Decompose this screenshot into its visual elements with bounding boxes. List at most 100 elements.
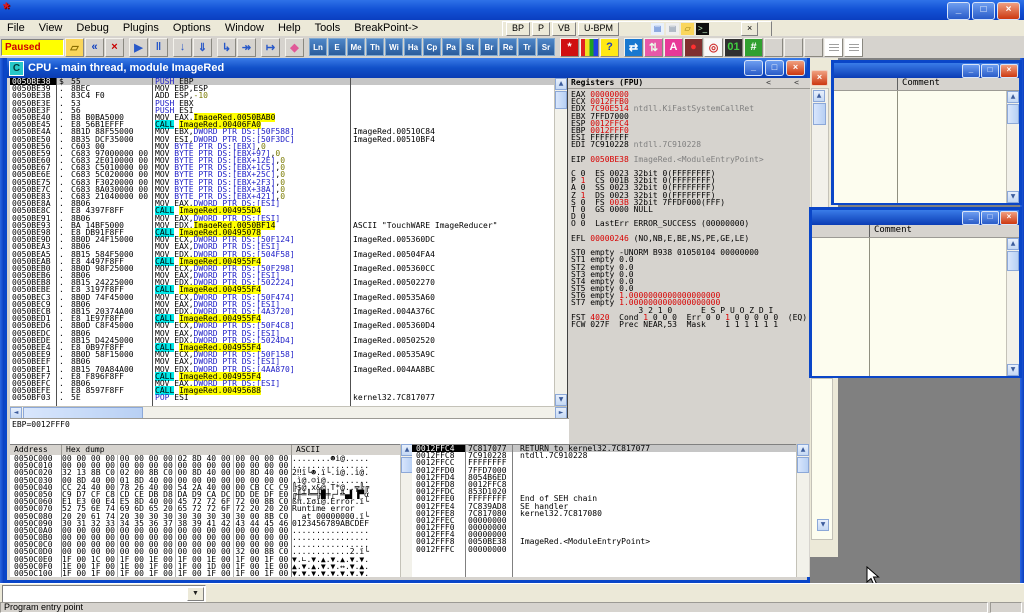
menu-item-window[interactable]: Window xyxy=(218,21,271,35)
help-icon[interactable]: ? xyxy=(600,38,619,57)
letter-button-ln[interactable]: Ln xyxy=(309,38,327,56)
assembler-icon[interactable]: A xyxy=(664,38,683,57)
maximize-button[interactable]: □ xyxy=(972,2,995,20)
scroll-up-icon[interactable]: ▲ xyxy=(797,444,809,456)
breakpoint-icon[interactable]: ● xyxy=(684,38,703,57)
register-row[interactable]: O 0 LastErr ERROR_SUCCESS (00000000) xyxy=(568,220,810,227)
minimize-button[interactable]: _ xyxy=(962,211,980,225)
swap-icon[interactable]: ⇄ xyxy=(624,38,643,57)
comment-window-1-body[interactable]: ▲ ▼ xyxy=(834,91,1019,203)
report-doc-icon[interactable]: ▤ xyxy=(666,23,679,35)
main-titlebar[interactable]: * _ □ × xyxy=(0,0,1024,20)
log-list-icon[interactable] xyxy=(824,38,843,57)
options-icon[interactable]: * xyxy=(560,38,579,57)
letter-button-th[interactable]: Th xyxy=(366,38,384,56)
register-row[interactable]: EDI 7C910228 ntdll.7C910228 xyxy=(568,141,810,148)
disasm-row[interactable]: 0050BE83.C683 21040000 00MOV BYTE PTR DS… xyxy=(10,193,554,200)
letter-button-re[interactable]: Re xyxy=(499,38,517,56)
scrollbar[interactable]: ▲ ▼ xyxy=(1006,238,1019,376)
disasm-row[interactable]: 0050BE38$55PUSH EBP xyxy=(10,78,554,85)
trace-into-icon[interactable]: ↳ xyxy=(217,38,236,57)
register-row[interactable]: EIP 0050BE38 ImageRed.<ModuleEntryPoint> xyxy=(568,156,810,163)
menu-item-view[interactable]: View xyxy=(32,21,70,35)
letter-button-pa[interactable]: Pa xyxy=(442,38,460,56)
menu-item-plugins[interactable]: Plugins xyxy=(116,21,166,35)
letter-button-cp[interactable]: Cp xyxy=(423,38,441,56)
comment-window-2-body[interactable]: ▲ ▼ xyxy=(812,238,1019,376)
toolbar-extra-button[interactable] xyxy=(784,38,803,57)
comment-column-header[interactable]: Comment xyxy=(870,225,912,237)
stack-scrollbar[interactable]: ▲ xyxy=(796,444,809,577)
toolbar-extra-button[interactable] xyxy=(804,38,823,57)
disasm-row[interactable]: 0050BE8C.E8 4397F8FFCALL ImageRed.004955… xyxy=(10,207,554,214)
maximize-button[interactable]: □ xyxy=(981,211,999,225)
plugin-button-bp[interactable]: BP xyxy=(506,22,530,36)
disasm-row[interactable]: 0050BEB0.8B0D 98F25000MOV ECX,DWORD PTR … xyxy=(10,265,554,272)
letter-button-e[interactable]: E xyxy=(328,38,346,56)
stack-pane[interactable]: 0012FFC47C817077RETURN to kernel32.7C817… xyxy=(412,444,796,577)
disasm-row[interactable]: 0050BEE9.8B0D 58F15000MOV ECX,DWORD PTR … xyxy=(10,351,554,358)
scroll-up-icon[interactable]: ▲ xyxy=(1007,91,1019,103)
disasm-scrollbar[interactable]: ▲ ▼ xyxy=(554,78,567,406)
open-folder-icon[interactable]: ▱ xyxy=(681,23,694,35)
scroll-down-icon[interactable]: ▼ xyxy=(1007,364,1019,376)
maximize-button[interactable]: □ xyxy=(981,64,999,78)
scrollbar[interactable]: ▲ ▼ xyxy=(1006,91,1019,203)
comment-column-header[interactable]: Comment xyxy=(898,78,940,90)
letter-button-wi[interactable]: Wi xyxy=(385,38,403,56)
disasm-row[interactable]: 0050BE3E.53PUSH EBX xyxy=(10,100,554,107)
console-icon[interactable]: >_ xyxy=(696,23,709,35)
dump-row[interactable]: 0050C1001F 00 1F 00 1F 00 1F 00 1F 00 1F… xyxy=(10,570,400,577)
disasm-row[interactable]: 0050BEC3.8B0D 74F45000MOV ECX,DWORD PTR … xyxy=(10,294,554,301)
close-button[interactable]: × xyxy=(1000,211,1018,225)
goto-icon[interactable]: ◆ xyxy=(285,38,304,57)
menu-item-breakpoint[interactable]: BreakPoint-> xyxy=(347,21,425,35)
disasm-row[interactable]: 0050BF03.5EPOP ESIkernel32.7C817077 xyxy=(10,394,554,401)
scroll-down-icon[interactable]: ▼ xyxy=(1007,191,1019,203)
scroll-down-icon[interactable]: ▼ xyxy=(555,394,567,406)
cpu-close-button[interactable]: × xyxy=(786,60,805,76)
letter-button-st[interactable]: St xyxy=(461,38,479,56)
step-over-icon[interactable]: ⇓ xyxy=(193,38,212,57)
trace-over-icon[interactable]: ↠ xyxy=(237,38,256,57)
minimize-button[interactable]: _ xyxy=(947,2,970,20)
letter-button-me[interactable]: Me xyxy=(347,38,365,56)
appearance-icon[interactable] xyxy=(580,38,599,57)
minimize-button[interactable]: _ xyxy=(962,64,980,78)
step-into-icon[interactable]: ↓ xyxy=(173,38,192,57)
updown-icon[interactable]: ⇅ xyxy=(644,38,663,57)
menu-item-options[interactable]: Options xyxy=(166,21,218,35)
letter-button-tr[interactable]: Tr xyxy=(518,38,536,56)
close-program-icon[interactable]: × xyxy=(105,38,124,57)
open-file-icon[interactable]: ▱ xyxy=(65,38,84,57)
run-to-return-icon[interactable]: ↦ xyxy=(261,38,280,57)
disasm-row[interactable]: 0050BED6.8B0D C8F45000MOV ECX,DWORD PTR … xyxy=(10,322,554,329)
disassembly-pane[interactable]: 0050BE38$55PUSH EBP0050BE39.8BECMOV EBP,… xyxy=(10,78,554,406)
menu-item-file[interactable]: File xyxy=(0,21,32,35)
hex-dump-pane[interactable]: 0050C00000 00 00 00 00 00 00 00 02 8D 40… xyxy=(10,455,400,577)
stack-row[interactable]: 0012FFFC00000000 xyxy=(412,546,796,553)
menu-item-debug[interactable]: Debug xyxy=(69,21,115,35)
disasm-row[interactable]: 0050BE9D.8B0D 24F15000MOV ECX,DWORD PTR … xyxy=(10,236,554,243)
plugin-button-vb[interactable]: VB xyxy=(552,22,576,36)
registers-next-button[interactable]: < xyxy=(794,78,799,88)
scroll-down-icon[interactable]: ▼ xyxy=(817,519,829,531)
cpu-minimize-button[interactable]: _ xyxy=(744,60,763,76)
disasm-row[interactable]: 0050BEF7.E8 F896F8FFCALL ImageRed.004955… xyxy=(10,373,554,380)
close-icon[interactable]: × xyxy=(811,70,828,86)
run-icon[interactable]: ▶ xyxy=(129,38,148,57)
binary-icon[interactable]: 01 xyxy=(724,38,743,57)
disasm-row[interactable]: 0050BEFE.E8 8597F8FFCALL ImageRed.004956… xyxy=(10,387,554,394)
letter-button-br[interactable]: Br xyxy=(480,38,498,56)
close-button[interactable]: × xyxy=(1000,64,1018,78)
scroll-up-icon[interactable]: ▲ xyxy=(813,90,825,102)
comment-window-1-titlebar[interactable]: _ □ × xyxy=(834,63,1019,78)
cpu-titlebar[interactable]: C CPU - main thread, module ImageRed _ □… xyxy=(7,58,807,78)
scroll-up-icon[interactable]: ▲ xyxy=(555,78,567,90)
close-button[interactable]: × xyxy=(997,2,1020,20)
register-row[interactable]: FCW 027F Prec NEAR,53 Mask 1 1 1 1 1 1 xyxy=(568,321,810,328)
patch-list-icon[interactable] xyxy=(844,38,863,57)
cpu-maximize-button[interactable]: □ xyxy=(765,60,784,76)
letter-button-ha[interactable]: Ha xyxy=(404,38,422,56)
scroll-up-icon[interactable]: ▲ xyxy=(1007,238,1019,250)
